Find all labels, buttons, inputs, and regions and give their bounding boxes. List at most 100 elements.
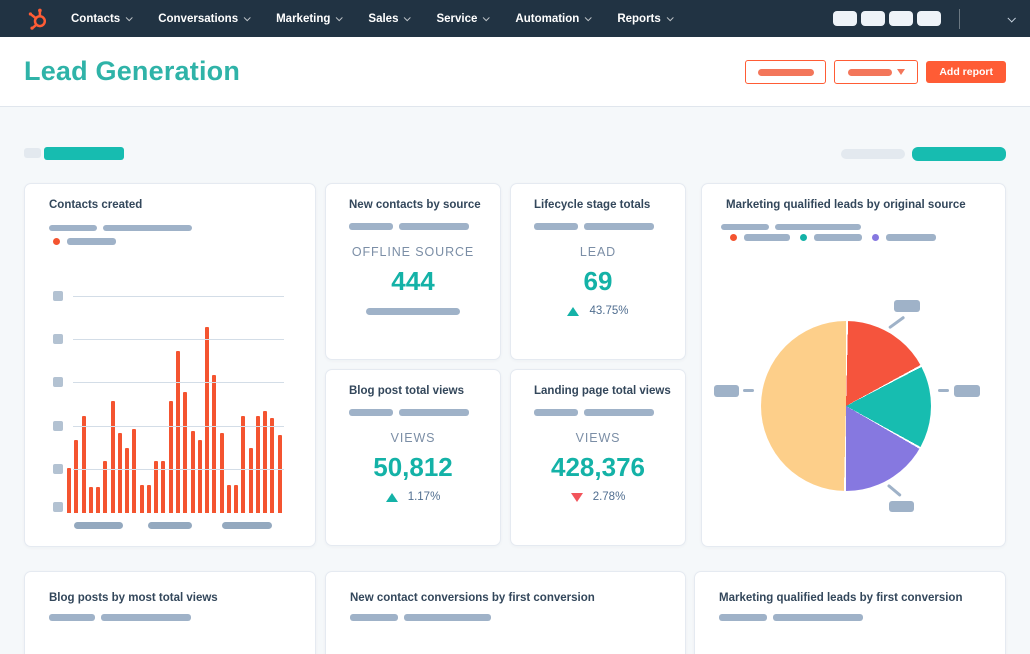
pie-callout-line — [938, 389, 949, 392]
gridline — [73, 296, 284, 297]
add-report-button[interactable]: Add report — [926, 61, 1006, 83]
bar — [117, 433, 122, 513]
card-blog-post-total-views: Blog post total views VIEWS 50,812 1.17% — [325, 369, 501, 546]
date-range-placeholder[interactable] — [912, 147, 1006, 161]
nav-item-service[interactable]: Service — [436, 13, 491, 25]
pie-callout-label-placeholder — [714, 385, 739, 397]
nav-item-label: Sales — [368, 12, 399, 25]
chevron-down-icon — [666, 14, 674, 22]
nav-item-automation[interactable]: Automation — [515, 13, 593, 25]
redacted-text-bar — [534, 223, 578, 230]
redacted-subtitle — [721, 224, 861, 230]
redacted-subtitle — [534, 409, 654, 416]
bar — [139, 484, 144, 513]
header-actions: Add report — [745, 60, 1006, 84]
dashboard-name-placeholder[interactable] — [44, 147, 124, 160]
redacted-subtitle — [719, 614, 863, 621]
pie-callout-label-placeholder — [889, 501, 914, 512]
redacted-legend-label — [886, 234, 936, 241]
bar — [125, 448, 130, 513]
bar — [197, 439, 202, 513]
chevron-down-icon — [336, 14, 344, 22]
nav-item-contacts[interactable]: Contacts — [71, 12, 133, 25]
x-axis-label-placeholder — [148, 522, 192, 529]
nav-item-reports[interactable]: Reports — [617, 12, 674, 25]
nav-item-marketing[interactable]: Marketing — [276, 12, 344, 25]
nav-menu: Contacts Conversations Marketing Sales S… — [71, 12, 674, 25]
chevron-down-icon — [243, 14, 251, 22]
bar — [219, 433, 224, 513]
pie-callout-line — [888, 315, 905, 329]
stat-label: LEAD — [579, 245, 617, 259]
bar — [190, 430, 195, 513]
redacted-text-bar — [350, 614, 398, 621]
hubspot-logo-icon[interactable] — [26, 7, 49, 30]
card-contacts-created: Contacts created — [24, 183, 316, 547]
redacted-subtitle — [350, 614, 491, 621]
nav-utilities — [829, 0, 1030, 37]
bar — [183, 392, 188, 513]
redacted-text-bar — [399, 409, 469, 416]
filter-placeholder[interactable] — [841, 149, 905, 159]
pie-callout-line — [887, 483, 902, 497]
nav-item-label: Contacts — [71, 12, 121, 25]
chevron-down-icon — [584, 14, 593, 22]
bar — [146, 484, 151, 513]
pie-callout-label-placeholder — [954, 385, 980, 397]
dashboard-toggle-placeholder[interactable] — [24, 148, 41, 158]
card-new-contact-conversions: New contact conversions by first convers… — [325, 571, 686, 654]
redacted-subtitle — [349, 223, 469, 230]
triangle-up-icon — [567, 306, 580, 316]
triangle-up-icon — [385, 492, 398, 502]
bar — [88, 487, 93, 513]
redacted-text-bar — [721, 224, 769, 230]
redacted-text-bar — [404, 614, 491, 621]
redacted-text-bar — [773, 614, 863, 621]
stat-value: 69 — [583, 266, 613, 296]
bar-chart-legend — [53, 238, 116, 245]
nav-item-label: Reports — [617, 12, 661, 25]
nav-item-conversations[interactable]: Conversations — [158, 12, 251, 25]
redacted-dropdown-button[interactable] — [834, 60, 919, 84]
gridline — [73, 425, 284, 427]
bar — [205, 327, 210, 513]
redacted-text-bar — [584, 223, 654, 230]
redacted-text-bar — [534, 409, 578, 416]
hubspot-dashboard: Contacts Conversations Marketing Sales S… — [0, 0, 1030, 654]
nav-icon-placeholder[interactable] — [917, 11, 941, 26]
legend-entry — [730, 234, 790, 241]
redacted-text-bar — [847, 68, 892, 76]
pie-chart-legend — [730, 234, 936, 241]
redacted-text-bar — [349, 409, 393, 416]
triangle-down-icon — [570, 492, 583, 502]
nav-item-label: Marketing — [276, 12, 331, 25]
nav-icon-placeholder[interactable] — [833, 11, 857, 26]
card-blog-posts-by-most-total-views: Blog posts by most total views — [24, 571, 316, 654]
nav-item-label: Conversations — [158, 12, 239, 25]
bar — [67, 467, 71, 513]
redacted-action-button[interactable] — [745, 60, 827, 84]
redacted-text-bar — [775, 224, 861, 230]
bar — [255, 415, 260, 513]
page-title: Lead Generation — [24, 56, 241, 86]
nav-icon-placeholder[interactable] — [861, 11, 885, 26]
redacted-text-bar — [49, 225, 97, 231]
pie-callout-label-placeholder — [894, 300, 920, 312]
chevron-down-icon — [125, 14, 133, 22]
redacted-text-bar — [101, 614, 191, 621]
redacted-subtitle — [534, 223, 654, 230]
card-mql-by-original-source: Marketing qualified leads by original so… — [701, 183, 1006, 547]
bar — [248, 448, 253, 513]
gridline — [73, 382, 284, 384]
y-axis-tick-placeholder — [53, 463, 63, 474]
redacted-subtitle — [49, 614, 191, 621]
card-mql-by-first-conversion: Marketing qualified leads by first conve… — [694, 571, 1006, 654]
bar — [110, 400, 115, 513]
account-chevron-down-icon[interactable] — [1007, 13, 1016, 23]
redacted-legend-label — [67, 238, 116, 245]
nav-icon-placeholder[interactable] — [889, 11, 913, 26]
chevron-down-icon — [483, 14, 491, 22]
delta-percent: 2.78% — [592, 491, 626, 503]
nav-item-sales[interactable]: Sales — [368, 12, 412, 25]
card-landing-page-total-views: Landing page total views VIEWS 428,376 2… — [510, 369, 686, 546]
